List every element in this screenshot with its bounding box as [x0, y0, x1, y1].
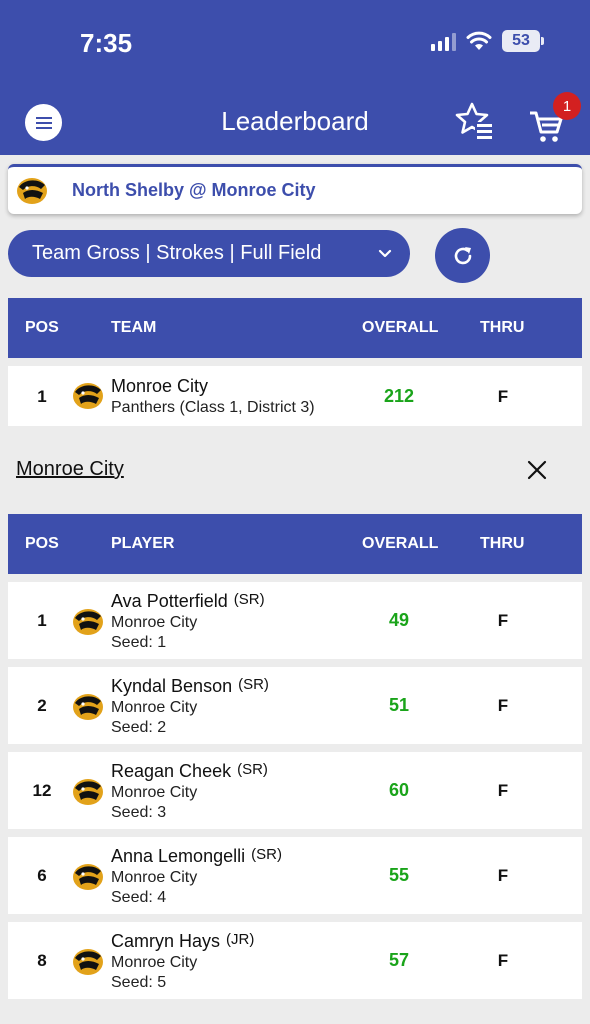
player-seed: Seed: 4	[111, 889, 167, 906]
app-header: 7:35 53 Leaderboard 1	[0, 0, 590, 155]
player-name: Camryn Hays	[111, 931, 221, 951]
col-thru: THRU	[480, 535, 525, 552]
player-overall: 57	[388, 950, 410, 970]
panther-logo-icon	[73, 694, 103, 720]
player-seed: Seed: 1	[111, 634, 167, 651]
player-name: Reagan Cheek	[111, 761, 232, 781]
selected-team-link[interactable]: Monroe City	[16, 458, 124, 481]
player-pos: 12	[32, 781, 52, 800]
player-class: (SR)	[233, 591, 265, 608]
team-pos: 1	[37, 387, 47, 406]
team-name: Monroe City	[111, 376, 209, 396]
player-overall: 55	[388, 865, 410, 885]
player-name-line: Camryn Hays (JR)	[111, 931, 254, 952]
wifi-icon	[466, 31, 492, 50]
player-name-line: Ava Potterfield (SR)	[111, 591, 265, 612]
col-thru: THRU	[480, 319, 525, 336]
panther-logo-icon	[73, 949, 103, 975]
player-name: Ava Potterfield	[111, 591, 228, 611]
refresh-icon	[454, 246, 471, 264]
player-row[interactable]: 6 Anna Lemongelli (SR) Monroe City Seed: 4 55…	[8, 837, 582, 914]
close-icon[interactable]	[527, 460, 547, 480]
player-class: (SR)	[238, 676, 269, 693]
player-thru: F	[497, 951, 509, 970]
page-title: Leaderboard	[221, 106, 369, 136]
chevron-down-icon	[378, 249, 392, 258]
player-class: (SR)	[251, 846, 282, 863]
player-team: Monroe City	[111, 614, 198, 631]
event-title: North Shelby @ Monroe City	[72, 180, 316, 200]
panther-logo-icon	[73, 779, 103, 805]
player-row[interactable]: 2 Kyndal Benson (SR) Monroe City Seed: 2 51 F	[8, 667, 582, 744]
team-thru: F	[497, 387, 509, 406]
player-seed: Seed: 3	[111, 804, 167, 821]
player-class: (SR)	[237, 761, 268, 778]
panther-logo-icon	[17, 177, 47, 204]
col-player: PLAYER	[111, 535, 175, 552]
col-overall: OVERALL	[362, 535, 439, 552]
player-class: (JR)	[226, 931, 255, 948]
col-pos: POS	[25, 535, 59, 552]
scoring-filter-select[interactable]: Team Gross | Strokes | Full Field	[8, 230, 410, 277]
player-team: Monroe City	[111, 954, 198, 971]
scoring-filter-label: Team Gross | Strokes | Full Field	[32, 242, 322, 264]
player-row[interactable]: 8 Camryn Hays (JR) Monroe City Seed: 5 57 F	[8, 922, 582, 999]
player-seed: Seed: 2	[111, 719, 167, 736]
player-thru: F	[497, 611, 509, 630]
player-thru: F	[497, 866, 509, 885]
player-pos: 6	[37, 866, 47, 885]
status-icons: 53	[431, 30, 544, 52]
player-row[interactable]: 12 Reagan Cheek (SR) Monroe City Seed: 3 60 F	[8, 752, 582, 829]
player-table-header: POS PLAYER OVERALL THRU	[8, 514, 582, 574]
player-pos: 8	[37, 951, 47, 970]
cart-count-badge: 1	[553, 92, 581, 120]
team-subtitle: Panthers (Class 1, District 3)	[111, 399, 315, 416]
panther-logo-icon	[73, 609, 103, 635]
player-name-line: Kyndal Benson (SR)	[111, 676, 269, 697]
player-name: Kyndal Benson	[111, 676, 233, 696]
favorites-button[interactable]	[455, 101, 497, 143]
player-thru: F	[497, 696, 509, 715]
player-overall: 51	[388, 695, 410, 715]
player-team: Monroe City	[111, 784, 198, 801]
player-pos: 1	[37, 611, 47, 630]
battery-indicator: 53	[502, 30, 544, 52]
player-team: Monroe City	[111, 699, 198, 716]
player-overall: 60	[388, 780, 410, 800]
team-row[interactable]: 1 Monroe City Panthers (Class 1, Distric…	[8, 366, 582, 426]
event-card[interactable]: North Shelby @ Monroe City	[8, 164, 582, 214]
panther-logo-icon	[73, 864, 103, 890]
player-name: Anna Lemongelli	[111, 846, 246, 866]
signal-icon	[431, 31, 456, 51]
player-name-line: Reagan Cheek (SR)	[111, 761, 268, 782]
team-table-header: POS TEAM OVERALL THRU	[8, 298, 582, 358]
refresh-button[interactable]	[435, 228, 490, 283]
panther-logo-icon	[73, 383, 103, 409]
player-team: Monroe City	[111, 869, 198, 886]
col-pos: POS	[25, 319, 59, 336]
player-seed: Seed: 5	[111, 974, 167, 991]
player-name-line: Anna Lemongelli (SR)	[111, 846, 282, 867]
player-row[interactable]: 1 Ava Potterfield (SR) Monroe City Seed: 1 49…	[8, 582, 582, 659]
player-thru: F	[497, 781, 509, 800]
player-pos: 2	[37, 696, 47, 715]
status-time: 7:35	[80, 28, 133, 58]
player-overall: 49	[388, 610, 410, 630]
team-overall: 212	[383, 386, 415, 406]
col-overall: OVERALL	[362, 319, 439, 336]
col-team: TEAM	[111, 319, 157, 336]
